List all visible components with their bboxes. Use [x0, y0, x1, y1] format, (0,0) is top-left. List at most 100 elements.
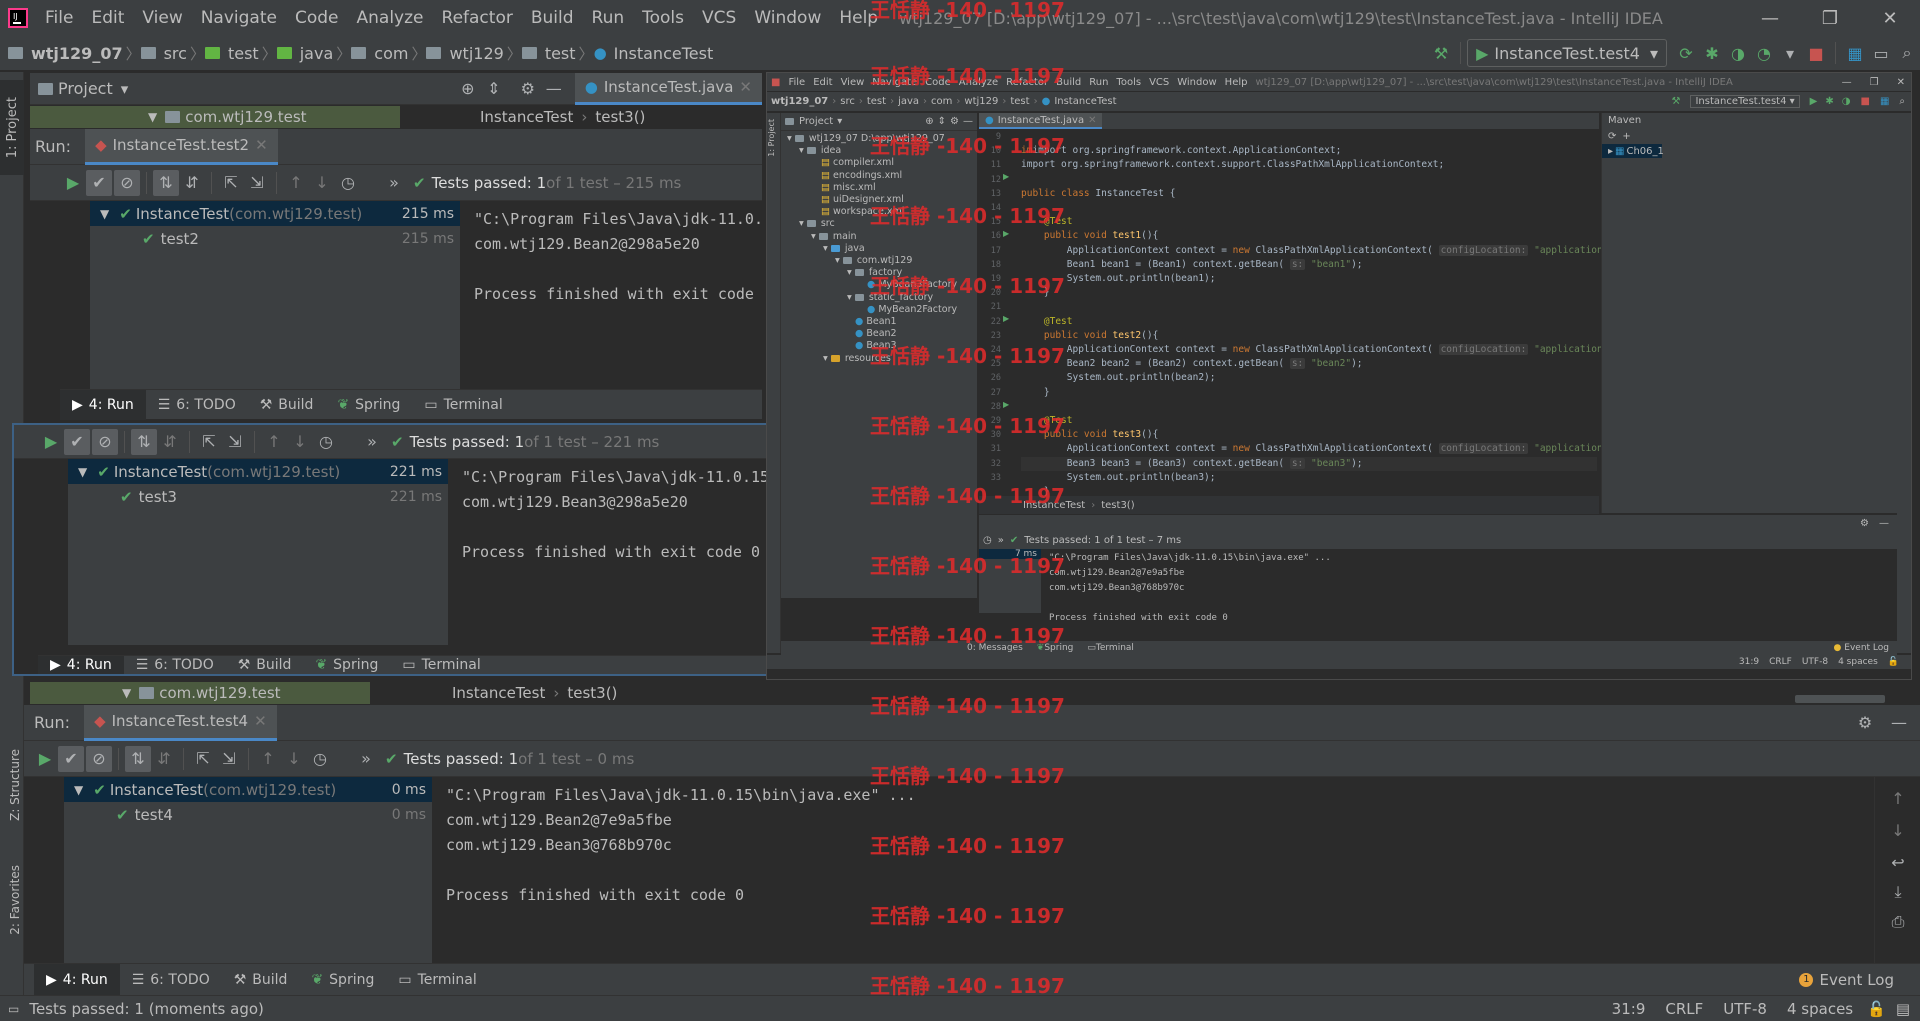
hide-icon[interactable]: —: [1879, 518, 1889, 529]
close-tab-icon[interactable]: ✕: [254, 712, 267, 730]
mini-crumb[interactable]: test: [867, 96, 886, 107]
sort-alpha-icon[interactable]: ⇅: [131, 428, 157, 455]
add-icon[interactable]: +: [1622, 131, 1630, 142]
mini-crumb[interactable]: com: [931, 96, 952, 107]
test-tree-root[interactable]: ▼ ✔ InstanceTest (com.wtj129.test) 221 ms: [68, 459, 448, 484]
crumb-java[interactable]: java: [297, 44, 337, 63]
mini-tree-item[interactable]: ▾ java: [781, 243, 977, 255]
tab-spring[interactable]: ❦ Spring: [325, 397, 412, 413]
tab-terminal[interactable]: ▭ Terminal: [412, 397, 514, 413]
arrow-up-icon[interactable]: ↑: [261, 429, 287, 455]
close-icon[interactable]: ✕: [1860, 8, 1920, 29]
test-tree-child[interactable]: ✔ test4 0 ms: [64, 802, 432, 827]
mini-minimize-icon[interactable]: —: [1842, 77, 1852, 88]
mini-crumb[interactable]: src: [840, 96, 855, 107]
tab-spring[interactable]: ❦ Spring: [299, 972, 386, 988]
run-gutter-icon[interactable]: ▶: [1003, 400, 1009, 409]
project-tree-row[interactable]: ▼ com.wtj129.test: [30, 106, 400, 128]
mini-crumb[interactable]: java: [898, 96, 919, 107]
rerun-icon[interactable]: ▶: [38, 429, 64, 455]
tab-todo[interactable]: ☰ 6: TODO: [120, 972, 222, 988]
hide-icon[interactable]: —: [1886, 710, 1912, 736]
horizontal-scrollbar[interactable]: [1795, 695, 1885, 703]
mini-menu-item[interactable]: View: [841, 77, 865, 88]
locate-icon[interactable]: ⊕: [455, 76, 481, 102]
locate-icon[interactable]: ⊕: [925, 116, 933, 127]
indent-setting[interactable]: 4 spaces: [1787, 1000, 1853, 1018]
more-run-icon[interactable]: ▾: [1777, 40, 1803, 66]
mini-editor-tab[interactable]: ● InstanceTest.java ✕: [979, 113, 1103, 129]
mini-menu-item[interactable]: Refactor: [1006, 77, 1048, 88]
mini-menu-item[interactable]: Run: [1089, 77, 1108, 88]
mini-tree-item[interactable]: ▤ compiler.xml: [781, 157, 977, 169]
editor-tab-instancetest[interactable]: ● InstanceTest.java ✕: [574, 72, 762, 105]
crumb-src[interactable]: src: [161, 44, 190, 63]
mini-tree-item[interactable]: ● MyBean3Factory: [781, 279, 977, 291]
menu-edit[interactable]: Edit: [82, 0, 133, 36]
tab-todo[interactable]: ☰ 6: TODO: [146, 397, 248, 413]
menu-help[interactable]: Help: [830, 0, 887, 36]
line-separator[interactable]: CRLF: [1665, 1000, 1703, 1018]
rerun-icon[interactable]: ▶: [32, 746, 58, 772]
project-tree-row-lower[interactable]: ▼ com.wtj129.test: [30, 682, 370, 704]
history-clock-icon[interactable]: ◷: [335, 170, 361, 196]
mini-status-item[interactable]: CRLF: [1769, 657, 1792, 667]
tab-build[interactable]: ⚒ Build: [222, 972, 300, 988]
menu-code[interactable]: Code: [286, 0, 348, 36]
collapse-all-icon[interactable]: ⇕: [481, 76, 507, 102]
mini-tree-item[interactable]: ▤ workspace.xml: [781, 206, 977, 218]
status-message[interactable]: Tests passed: 1 (moments ago): [29, 1000, 264, 1018]
sort-duration-icon[interactable]: ⇵: [151, 746, 177, 772]
mini-maven-title[interactable]: Maven: [1602, 113, 1897, 128]
show-ignored-icon[interactable]: ⊘: [86, 745, 112, 772]
event-log-button[interactable]: 1 Event Log: [1787, 971, 1906, 989]
sort-alpha-icon[interactable]: ⇅: [153, 169, 179, 196]
close-tab-icon[interactable]: ✕: [255, 136, 268, 154]
mini-tree-item[interactable]: ▤ uiDesigner.xml: [781, 194, 977, 206]
lock-icon[interactable]: 🔓: [1888, 657, 1899, 667]
collapse-all-icon[interactable]: ⇕: [938, 116, 946, 127]
file-encoding[interactable]: UTF-8: [1723, 1000, 1767, 1018]
collapse-all-icon[interactable]: ⇲: [244, 170, 270, 196]
tab-terminal[interactable]: ▭ Terminal: [386, 972, 488, 988]
breadcrumb-method[interactable]: test3(): [567, 684, 617, 702]
test-tree-root[interactable]: ▼ ✔ InstanceTest (com.wtj129.test) 0 ms: [64, 777, 432, 802]
run-gutter-icon[interactable]: ▶: [1003, 172, 1009, 181]
menu-window[interactable]: Window: [745, 0, 830, 36]
refresh-icon[interactable]: ⟳: [1608, 131, 1616, 142]
mini-tab[interactable]: ▭Terminal: [1087, 643, 1134, 653]
menu-navigate[interactable]: Navigate: [192, 0, 286, 36]
mini-menu-item[interactable]: Help: [1225, 77, 1248, 88]
breadcrumb-method[interactable]: test3(): [1101, 500, 1134, 511]
expand-all-icon[interactable]: ⇱: [190, 746, 216, 772]
coverage-icon[interactable]: ◑: [1842, 96, 1851, 107]
mini-tree-item[interactable]: ▾ static_factory: [781, 292, 977, 304]
stop-icon[interactable]: ■: [1803, 40, 1829, 66]
mini-console[interactable]: "C:\Program Files\Java\jdk-11.0.15\bin\j…: [1049, 551, 1889, 626]
test-tree-root[interactable]: ▼ ✔ InstanceTest (com.wtj129.test) 215 ms: [90, 201, 460, 226]
breadcrumb-class[interactable]: InstanceTest: [452, 684, 545, 702]
menu-file[interactable]: File: [36, 0, 82, 36]
mini-event-log[interactable]: ● Event Log: [1834, 643, 1889, 653]
arrow-down-icon[interactable]: ↓: [309, 170, 335, 196]
mini-run-tree-row[interactable]: 7 ms: [979, 549, 1041, 559]
crumb-class[interactable]: InstanceTest: [611, 44, 717, 63]
build-hammer-icon[interactable]: ⚒: [1428, 40, 1454, 66]
mini-menu-item[interactable]: VCS: [1149, 77, 1169, 88]
mini-close-icon[interactable]: ✕: [1897, 77, 1905, 88]
show-ignored-icon[interactable]: ⊘: [92, 428, 118, 455]
search-everywhere-icon[interactable]: ⌕: [1899, 96, 1905, 107]
mini-tree-item[interactable]: ▾ resources: [781, 353, 977, 365]
arrow-down-icon[interactable]: ↓: [281, 746, 307, 772]
close-tab-icon[interactable]: ✕: [1088, 115, 1096, 126]
test-tree-child[interactable]: ✔ test3 221 ms: [68, 484, 448, 509]
crumb-com[interactable]: com: [371, 44, 411, 63]
mini-project-title[interactable]: Project: [799, 116, 833, 127]
mini-status-item[interactable]: 31:9: [1739, 657, 1759, 667]
gear-icon[interactable]: ⚙: [950, 116, 959, 127]
arrow-up-icon[interactable]: ↑: [283, 170, 309, 196]
status-toggle-icon[interactable]: ▭: [8, 1002, 19, 1016]
hide-icon[interactable]: —: [541, 76, 567, 102]
mini-tree-item[interactable]: ● Bean2: [781, 328, 977, 340]
sort-alpha-icon[interactable]: ⇅: [125, 745, 151, 772]
